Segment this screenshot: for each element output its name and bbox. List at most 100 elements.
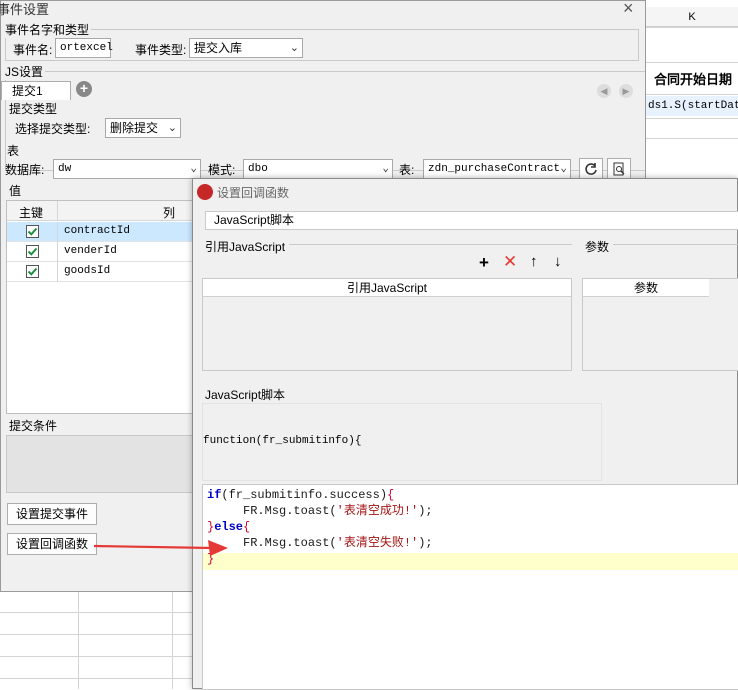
grid-line <box>78 592 79 689</box>
schema-value: dbo <box>248 163 268 175</box>
callback-dialog: 设置回调函数 JavaScript脚本 引用JavaScript 参数 + ✕ … <box>192 178 738 690</box>
set-callback-button[interactable]: 设置回调函数 <box>7 533 97 555</box>
code-line: }else{ <box>207 519 433 535</box>
ref-js-table: 引用JavaScript <box>202 278 572 371</box>
table-row[interactable]: contractId <box>7 222 195 242</box>
primary-key-checkbox[interactable] <box>26 245 39 258</box>
grid-line <box>646 27 738 28</box>
grid-line <box>646 94 738 95</box>
code-token: else <box>214 520 244 534</box>
code-lines: if(fr_submitinfo.success){ FR.Msg.toast(… <box>207 487 433 567</box>
chevron-down-icon: ⌄ <box>190 163 197 175</box>
database-select[interactable]: dw ⌄ <box>53 159 201 179</box>
submit-type-title: 提交类型 <box>9 102 58 116</box>
column-divider <box>57 201 58 221</box>
database-label: 数据库: <box>5 163 45 177</box>
check-icon <box>27 247 38 256</box>
add-tab-icon[interactable]: + <box>76 81 92 97</box>
chevron-down-icon: ⌄ <box>382 163 389 175</box>
grid-line <box>0 678 192 679</box>
grid-line <box>646 138 738 139</box>
annotation-arrow-icon <box>94 540 228 556</box>
grid-line <box>646 118 738 119</box>
col-column[interactable]: 列 <box>163 204 175 221</box>
table-row[interactable]: goodsId <box>7 262 195 282</box>
params-line <box>613 244 738 245</box>
table-section-label: 表 <box>7 144 20 158</box>
code-token: FR.Msg.toast( <box>207 504 337 518</box>
event-type-select[interactable]: 提交入库 ⌄ <box>189 38 303 58</box>
script-type-select[interactable]: JavaScript脚本 <box>205 211 738 230</box>
callback-dialog-title: 设置回调函数 <box>217 186 290 200</box>
schema-label: 模式: <box>208 163 236 177</box>
column-header-k[interactable]: K <box>646 7 738 27</box>
js-group <box>5 71 645 171</box>
select-submit-type-label: 选择提交类型: <box>15 122 91 136</box>
dialog-title: 事件设置 <box>0 2 50 17</box>
column-divider <box>57 222 58 242</box>
col-primary-key[interactable]: 主键 <box>19 204 43 221</box>
grid-line <box>0 612 192 613</box>
move-down-icon[interactable]: ↓ <box>554 254 562 270</box>
close-icon[interactable]: × <box>623 0 634 19</box>
code-editor[interactable]: if(fr_submitinfo.success){ FR.Msg.toast(… <box>202 484 738 690</box>
sheet-header-cell[interactable]: 合同开始日期 <box>646 68 738 92</box>
code-token: ); <box>418 504 433 518</box>
schema-select[interactable]: dbo ⌄ <box>243 159 393 179</box>
add-icon[interactable]: + <box>479 254 489 271</box>
grid-line <box>0 634 192 635</box>
column-divider <box>57 242 58 262</box>
table-value: zdn_purchaseContract <box>428 163 561 175</box>
js-settings-label: JS设置 <box>3 63 46 80</box>
js-script-label: JavaScript脚本 <box>205 388 286 402</box>
code-token: (fr_submitinfo.success) <box>221 488 388 502</box>
preview-icon <box>613 162 625 176</box>
primary-key-checkbox[interactable] <box>26 265 39 278</box>
table-label: 表: <box>399 163 415 177</box>
chevron-down-icon: ⌄ <box>560 163 567 175</box>
table-row[interactable]: venderId <box>7 242 195 262</box>
code-line: if(fr_submitinfo.success){ <box>207 487 433 503</box>
params-column-header[interactable]: 参数 <box>583 279 709 297</box>
ref-js-line <box>289 244 572 245</box>
grid-line <box>646 62 738 63</box>
ref-js-column-header[interactable]: 引用JavaScript <box>203 279 571 297</box>
set-submit-event-button[interactable]: 设置提交事件 <box>7 503 97 525</box>
tab-submit-1[interactable]: 提交1 <box>1 81 71 100</box>
scroll-right-icon[interactable]: ▶ <box>619 84 633 98</box>
params-label: 参数 <box>585 240 610 254</box>
code-token: { <box>243 520 251 534</box>
table-select[interactable]: zdn_purchaseContract ⌄ <box>423 159 571 179</box>
grid-line <box>172 592 173 689</box>
event-name-field[interactable]: ortexcel <box>55 38 113 58</box>
function-signature: function(fr_submitinfo){ <box>202 403 602 481</box>
event-group-title: 事件名字和类型 <box>3 21 92 38</box>
preview-button[interactable] <box>607 158 631 180</box>
code-token: ); <box>418 536 433 550</box>
event-name-label: 事件名: <box>13 43 53 57</box>
code-token: '表清空成功!' <box>336 504 419 518</box>
code-token: '表清空失败!' <box>336 536 419 550</box>
key-table: 主键 列 contractId venderId goodsId <box>6 200 196 414</box>
submit-condition-area[interactable] <box>6 435 196 493</box>
code-line: } <box>207 551 433 567</box>
refresh-button[interactable] <box>579 158 603 180</box>
app-logo-icon <box>197 184 213 200</box>
submit-type-select[interactable]: 删除提交 ⌄ <box>105 118 181 138</box>
sheet-formula-cell[interactable]: ds1.S(startDate <box>646 96 738 116</box>
code-token: { <box>387 488 395 502</box>
primary-key-checkbox[interactable] <box>26 225 39 238</box>
scroll-left-icon[interactable]: ◀ <box>597 84 611 98</box>
column-name: contractId <box>64 225 131 237</box>
move-up-icon[interactable]: ↑ <box>530 254 538 270</box>
column-name: goodsId <box>64 265 111 277</box>
event-type-value: 提交入库 <box>194 41 243 55</box>
params-table: 参数 <box>582 278 738 371</box>
ref-js-label: 引用JavaScript <box>205 240 286 254</box>
column-name: venderId <box>64 245 117 257</box>
delete-icon[interactable]: ✕ <box>503 253 517 270</box>
grid-line <box>0 656 192 657</box>
submit-type-value: 删除提交 <box>110 121 159 135</box>
key-table-header: 主键 列 <box>7 201 195 221</box>
chevron-down-icon: ⌄ <box>167 122 177 134</box>
